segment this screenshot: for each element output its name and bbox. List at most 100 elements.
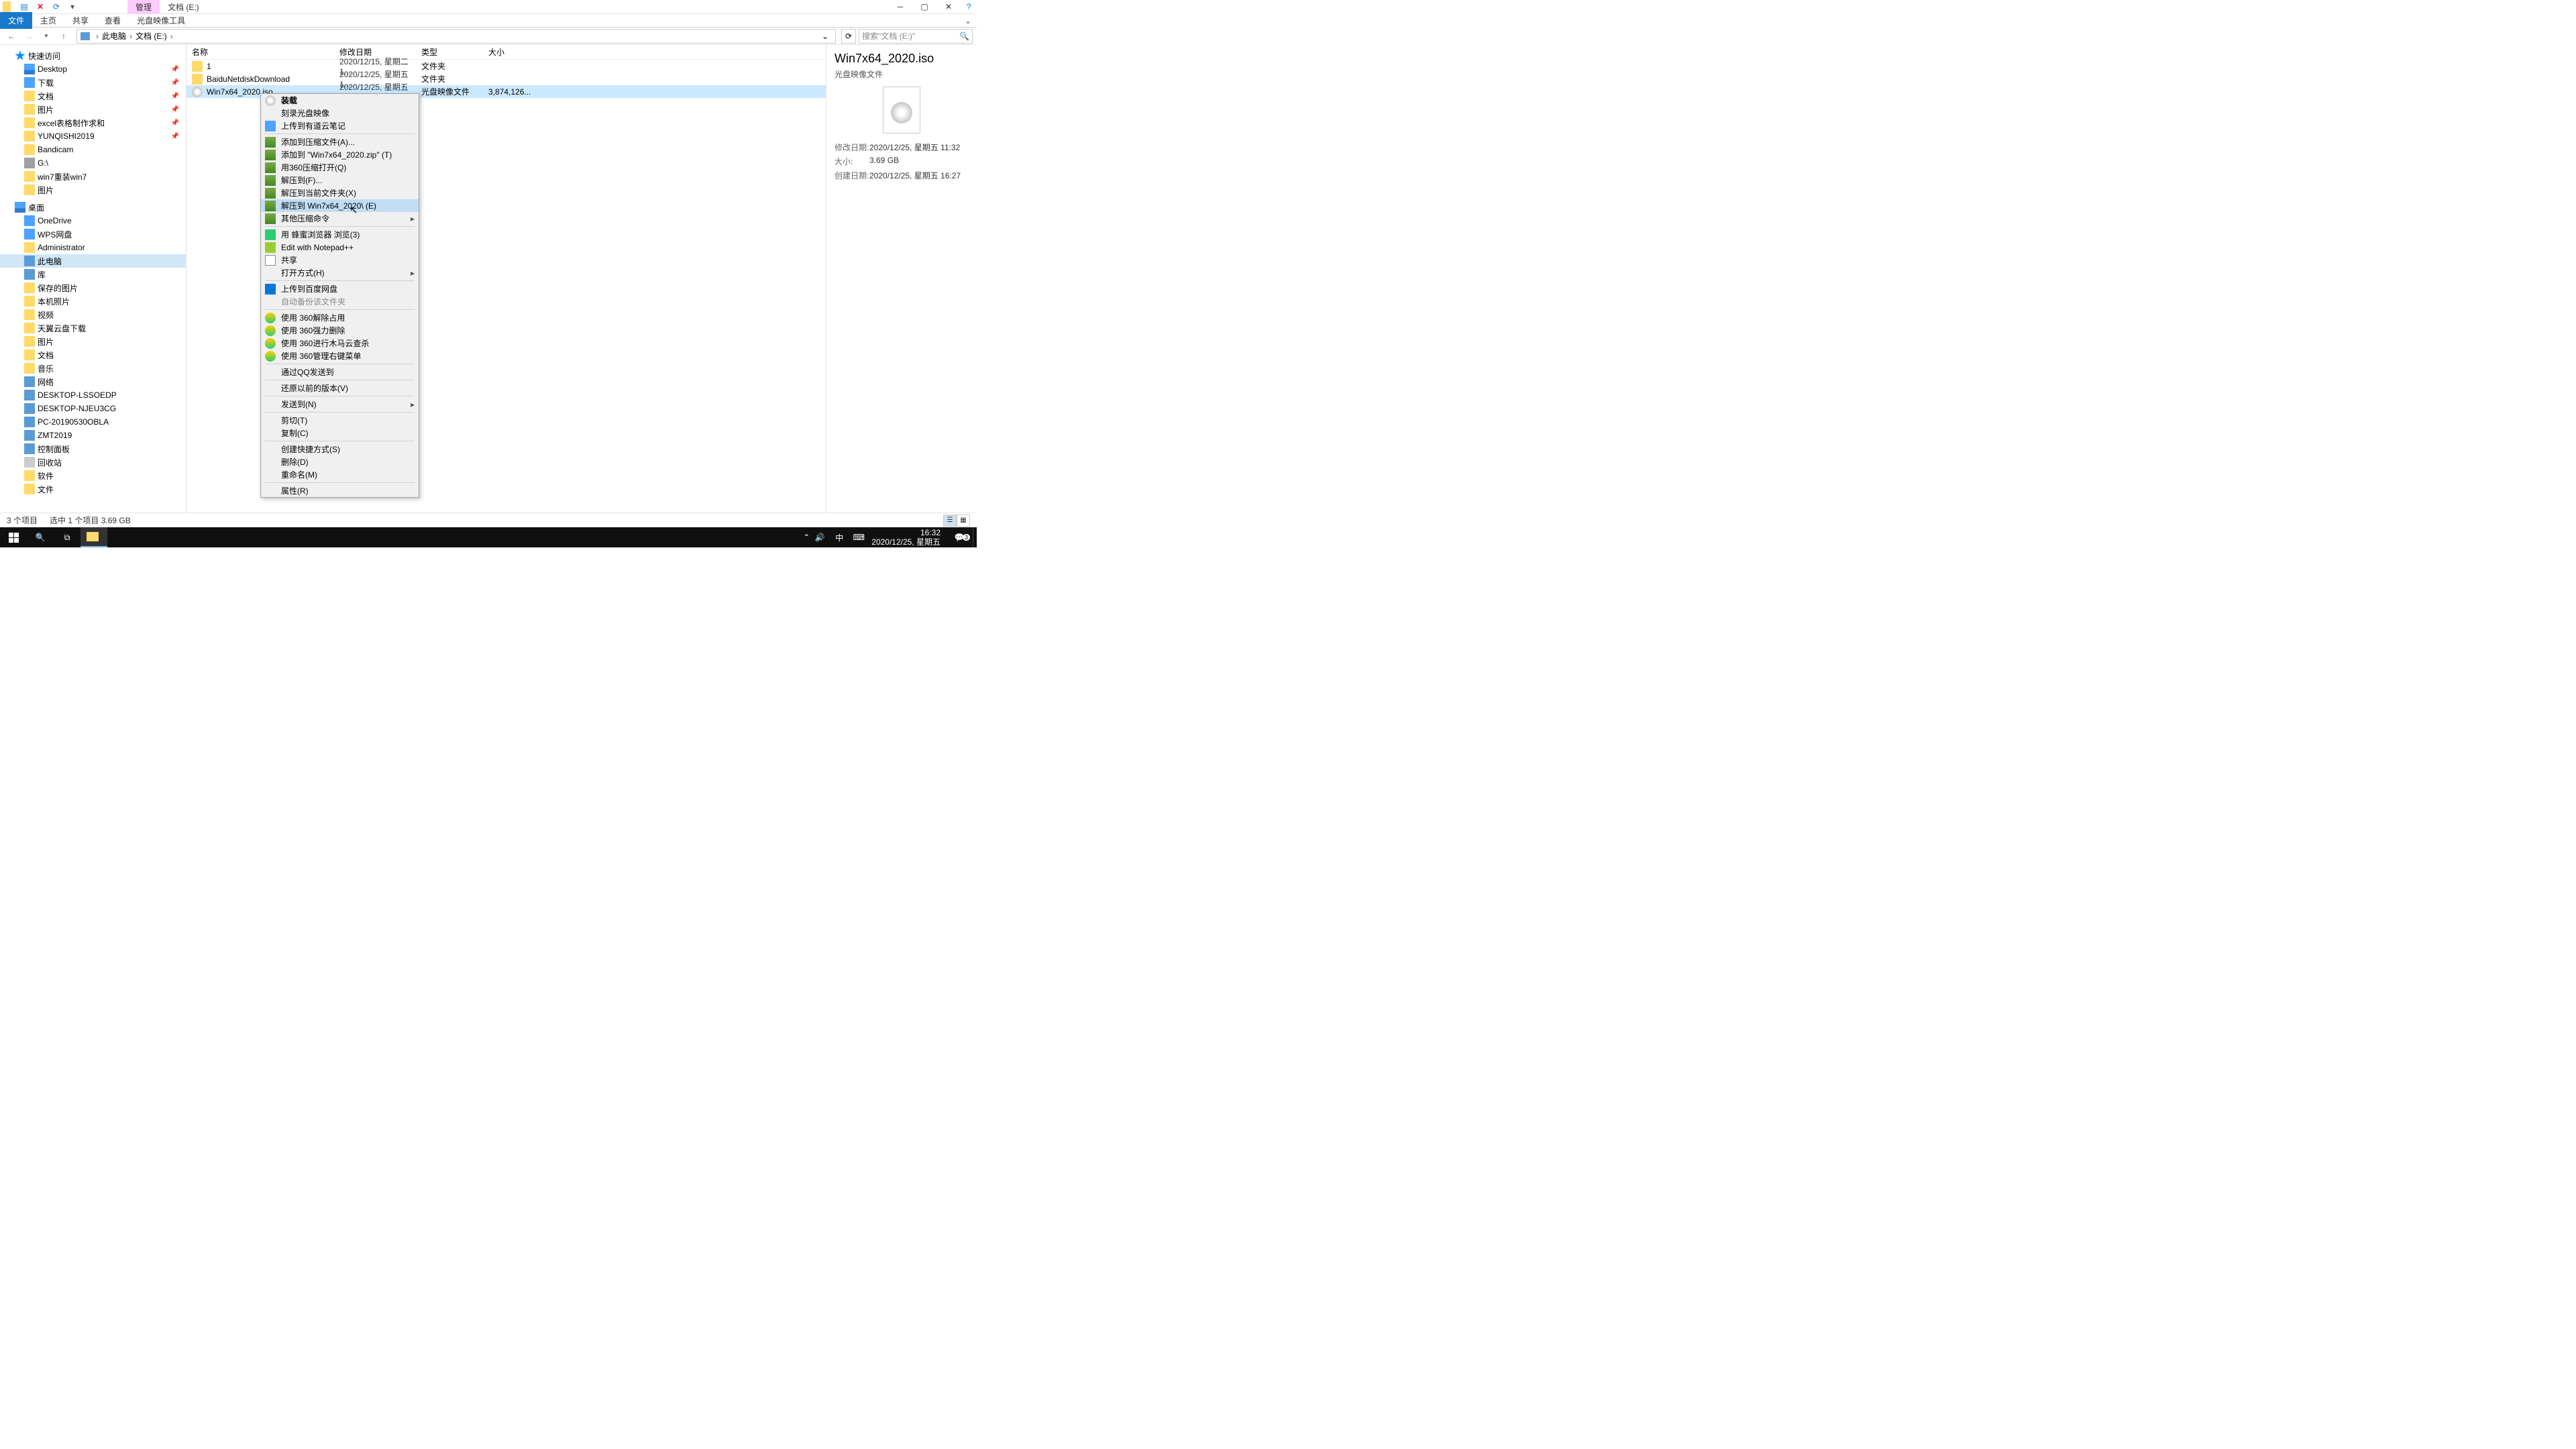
context-menu-item[interactable]: 删除(D)	[261, 455, 419, 468]
sidebar-item[interactable]: 回收站	[0, 455, 186, 469]
sidebar-item[interactable]: 图片	[0, 183, 186, 197]
sidebar-item[interactable]: Bandicam	[0, 143, 186, 156]
sidebar-item[interactable]: WPS网盘	[0, 227, 186, 241]
tab-view[interactable]: 查看	[97, 12, 129, 29]
context-menu-item[interactable]: 使用 360管理右键菜单	[261, 350, 419, 362]
chevron-right-icon[interactable]: ›	[168, 32, 176, 41]
qat-close-icon[interactable]: ✕	[35, 1, 46, 12]
context-menu-item[interactable]: 重命名(M)	[261, 468, 419, 481]
context-menu-item[interactable]: 其他压缩命令▸	[261, 212, 419, 225]
search-button[interactable]: 🔍	[27, 527, 54, 547]
sidebar-item[interactable]: 保存的图片	[0, 281, 186, 294]
context-menu-item[interactable]: 刻录光盘映像	[261, 107, 419, 119]
sidebar-desktop-section[interactable]: 桌面	[0, 201, 186, 214]
context-menu-item[interactable]: Edit with Notepad++	[261, 241, 419, 254]
breadcrumb-root[interactable]: 此电脑	[101, 30, 127, 42]
qat-save-icon[interactable]: ▤	[19, 1, 30, 12]
context-menu-item[interactable]: 使用 360解除占用	[261, 311, 419, 324]
sidebar-item[interactable]: 软件	[0, 469, 186, 482]
qat-folder-icon[interactable]	[3, 1, 13, 12]
refresh-button[interactable]: ⟳	[841, 29, 856, 44]
ime-mode-icon[interactable]: ⌨	[851, 527, 866, 547]
sidebar-item[interactable]: excel表格制作求和📌	[0, 116, 186, 129]
context-menu-item[interactable]: 添加到压缩文件(A)...	[261, 136, 419, 148]
view-icons-button[interactable]: ▦	[957, 515, 970, 527]
sidebar-item[interactable]: 库	[0, 268, 186, 281]
sidebar-item[interactable]: 音乐	[0, 362, 186, 375]
file-row[interactable]: BaiduNetdiskDownload2020/12/25, 星期五 1...…	[186, 72, 826, 85]
notifications-button[interactable]: 💬3	[946, 533, 973, 542]
file-row[interactable]: 12020/12/15, 星期二 1...文件夹	[186, 60, 826, 72]
column-name[interactable]: 名称	[192, 46, 339, 58]
sidebar-quick-access[interactable]: 快速访问	[0, 49, 186, 62]
sidebar-item[interactable]: 文件	[0, 482, 186, 496]
column-type[interactable]: 类型	[421, 46, 488, 58]
search-input[interactable]: 搜索"文档 (E:)" 🔍	[859, 29, 973, 44]
sidebar-item[interactable]: G:\	[0, 156, 186, 170]
sidebar-item[interactable]: 天翼云盘下载	[0, 321, 186, 335]
tab-home[interactable]: 主页	[32, 12, 64, 29]
context-menu-item[interactable]: 解压到(F)...	[261, 174, 419, 186]
tab-disc-tools[interactable]: 光盘映像工具	[129, 12, 193, 29]
chevron-right-icon[interactable]: ›	[127, 32, 135, 41]
start-button[interactable]	[0, 527, 27, 547]
explorer-task-button[interactable]	[80, 527, 107, 547]
breadcrumb-drive[interactable]: 文档 (E:)	[135, 30, 168, 42]
sidebar-item[interactable]: PC-20190530OBLA	[0, 415, 186, 429]
taskbar-clock[interactable]: 16:32 2020/12/25, 星期五	[866, 528, 946, 547]
context-menu-item[interactable]: 还原以前的版本(V)	[261, 382, 419, 394]
context-menu-item[interactable]: 添加到 "Win7x64_2020.zip" (T)	[261, 148, 419, 161]
nav-back-button[interactable]: ←	[4, 29, 19, 44]
sidebar-item[interactable]: 控制面板	[0, 442, 186, 455]
sidebar-item[interactable]: OneDrive	[0, 214, 186, 227]
sidebar-item[interactable]: Desktop📌	[0, 62, 186, 76]
context-menu-item[interactable]: 使用 360进行木马云查杀	[261, 337, 419, 350]
context-menu-item[interactable]: 复制(C)	[261, 427, 419, 439]
help-button[interactable]: ?	[961, 0, 977, 13]
chevron-right-icon[interactable]: ›	[93, 32, 101, 41]
view-details-button[interactable]: ☰	[943, 515, 957, 527]
context-menu-item[interactable]: 用360压缩打开(Q)	[261, 161, 419, 174]
context-menu-item[interactable]: 剪切(T)	[261, 414, 419, 427]
maximize-button[interactable]: ▢	[912, 0, 936, 13]
context-menu-item[interactable]: 使用 360强力删除	[261, 324, 419, 337]
ribbon-expand-icon[interactable]: ⌄	[959, 16, 977, 25]
sidebar-item[interactable]: 图片📌	[0, 103, 186, 116]
sidebar-item[interactable]: win7重装win7	[0, 170, 186, 183]
tab-file[interactable]: 文件	[0, 12, 32, 29]
qat-refresh-icon[interactable]: ⟳	[51, 1, 62, 12]
sidebar-item[interactable]: YUNQISHI2019📌	[0, 129, 186, 143]
sidebar-item[interactable]: 文档	[0, 348, 186, 362]
column-size[interactable]: 大小	[488, 46, 535, 58]
sidebar-item[interactable]: 视频	[0, 308, 186, 321]
breadcrumb-computer-icon[interactable]	[80, 32, 93, 40]
sidebar-item[interactable]: Administrator	[0, 241, 186, 254]
context-menu-item[interactable]: 解压到当前文件夹(X)	[261, 186, 419, 199]
context-menu-item[interactable]: 属性(R)	[261, 484, 419, 497]
context-menu-item[interactable]: 装载	[261, 94, 419, 107]
context-menu-item[interactable]: 创建快捷方式(S)	[261, 443, 419, 455]
sidebar-item[interactable]: 图片	[0, 335, 186, 348]
ime-indicator[interactable]: 中	[827, 532, 851, 543]
context-menu-item[interactable]: 上传到有道云笔记	[261, 119, 419, 132]
sidebar-item[interactable]: 本机照片	[0, 294, 186, 308]
breadcrumb[interactable]: › 此电脑 › 文档 (E:) › ⌄	[76, 29, 836, 44]
context-menu-item[interactable]: 打开方式(H)▸	[261, 266, 419, 279]
sidebar-item[interactable]: 此电脑	[0, 254, 186, 268]
sidebar-item[interactable]: ZMT2019	[0, 429, 186, 442]
context-menu-item[interactable]: 上传到百度网盘	[261, 282, 419, 295]
sidebar-item[interactable]: DESKTOP-NJEU3CG	[0, 402, 186, 415]
context-menu-item[interactable]: 解压到 Win7x64_2020\ (E)	[261, 199, 419, 212]
minimize-button[interactable]: ─	[888, 0, 912, 13]
tab-share[interactable]: 共享	[64, 12, 97, 29]
sidebar-item[interactable]: 网络	[0, 375, 186, 388]
nav-up-button[interactable]: ↑	[56, 29, 71, 44]
breadcrumb-dropdown-icon[interactable]: ⌄	[818, 32, 833, 41]
show-desktop-button[interactable]	[973, 527, 977, 547]
close-button[interactable]: ✕	[936, 0, 961, 13]
sidebar-item[interactable]: 下载📌	[0, 76, 186, 89]
volume-icon[interactable]: 🔊	[812, 527, 827, 547]
context-menu-item[interactable]: 通过QQ发送到	[261, 366, 419, 378]
nav-forward-button[interactable]: →	[21, 29, 36, 44]
task-view-button[interactable]: ⧉	[54, 527, 80, 547]
